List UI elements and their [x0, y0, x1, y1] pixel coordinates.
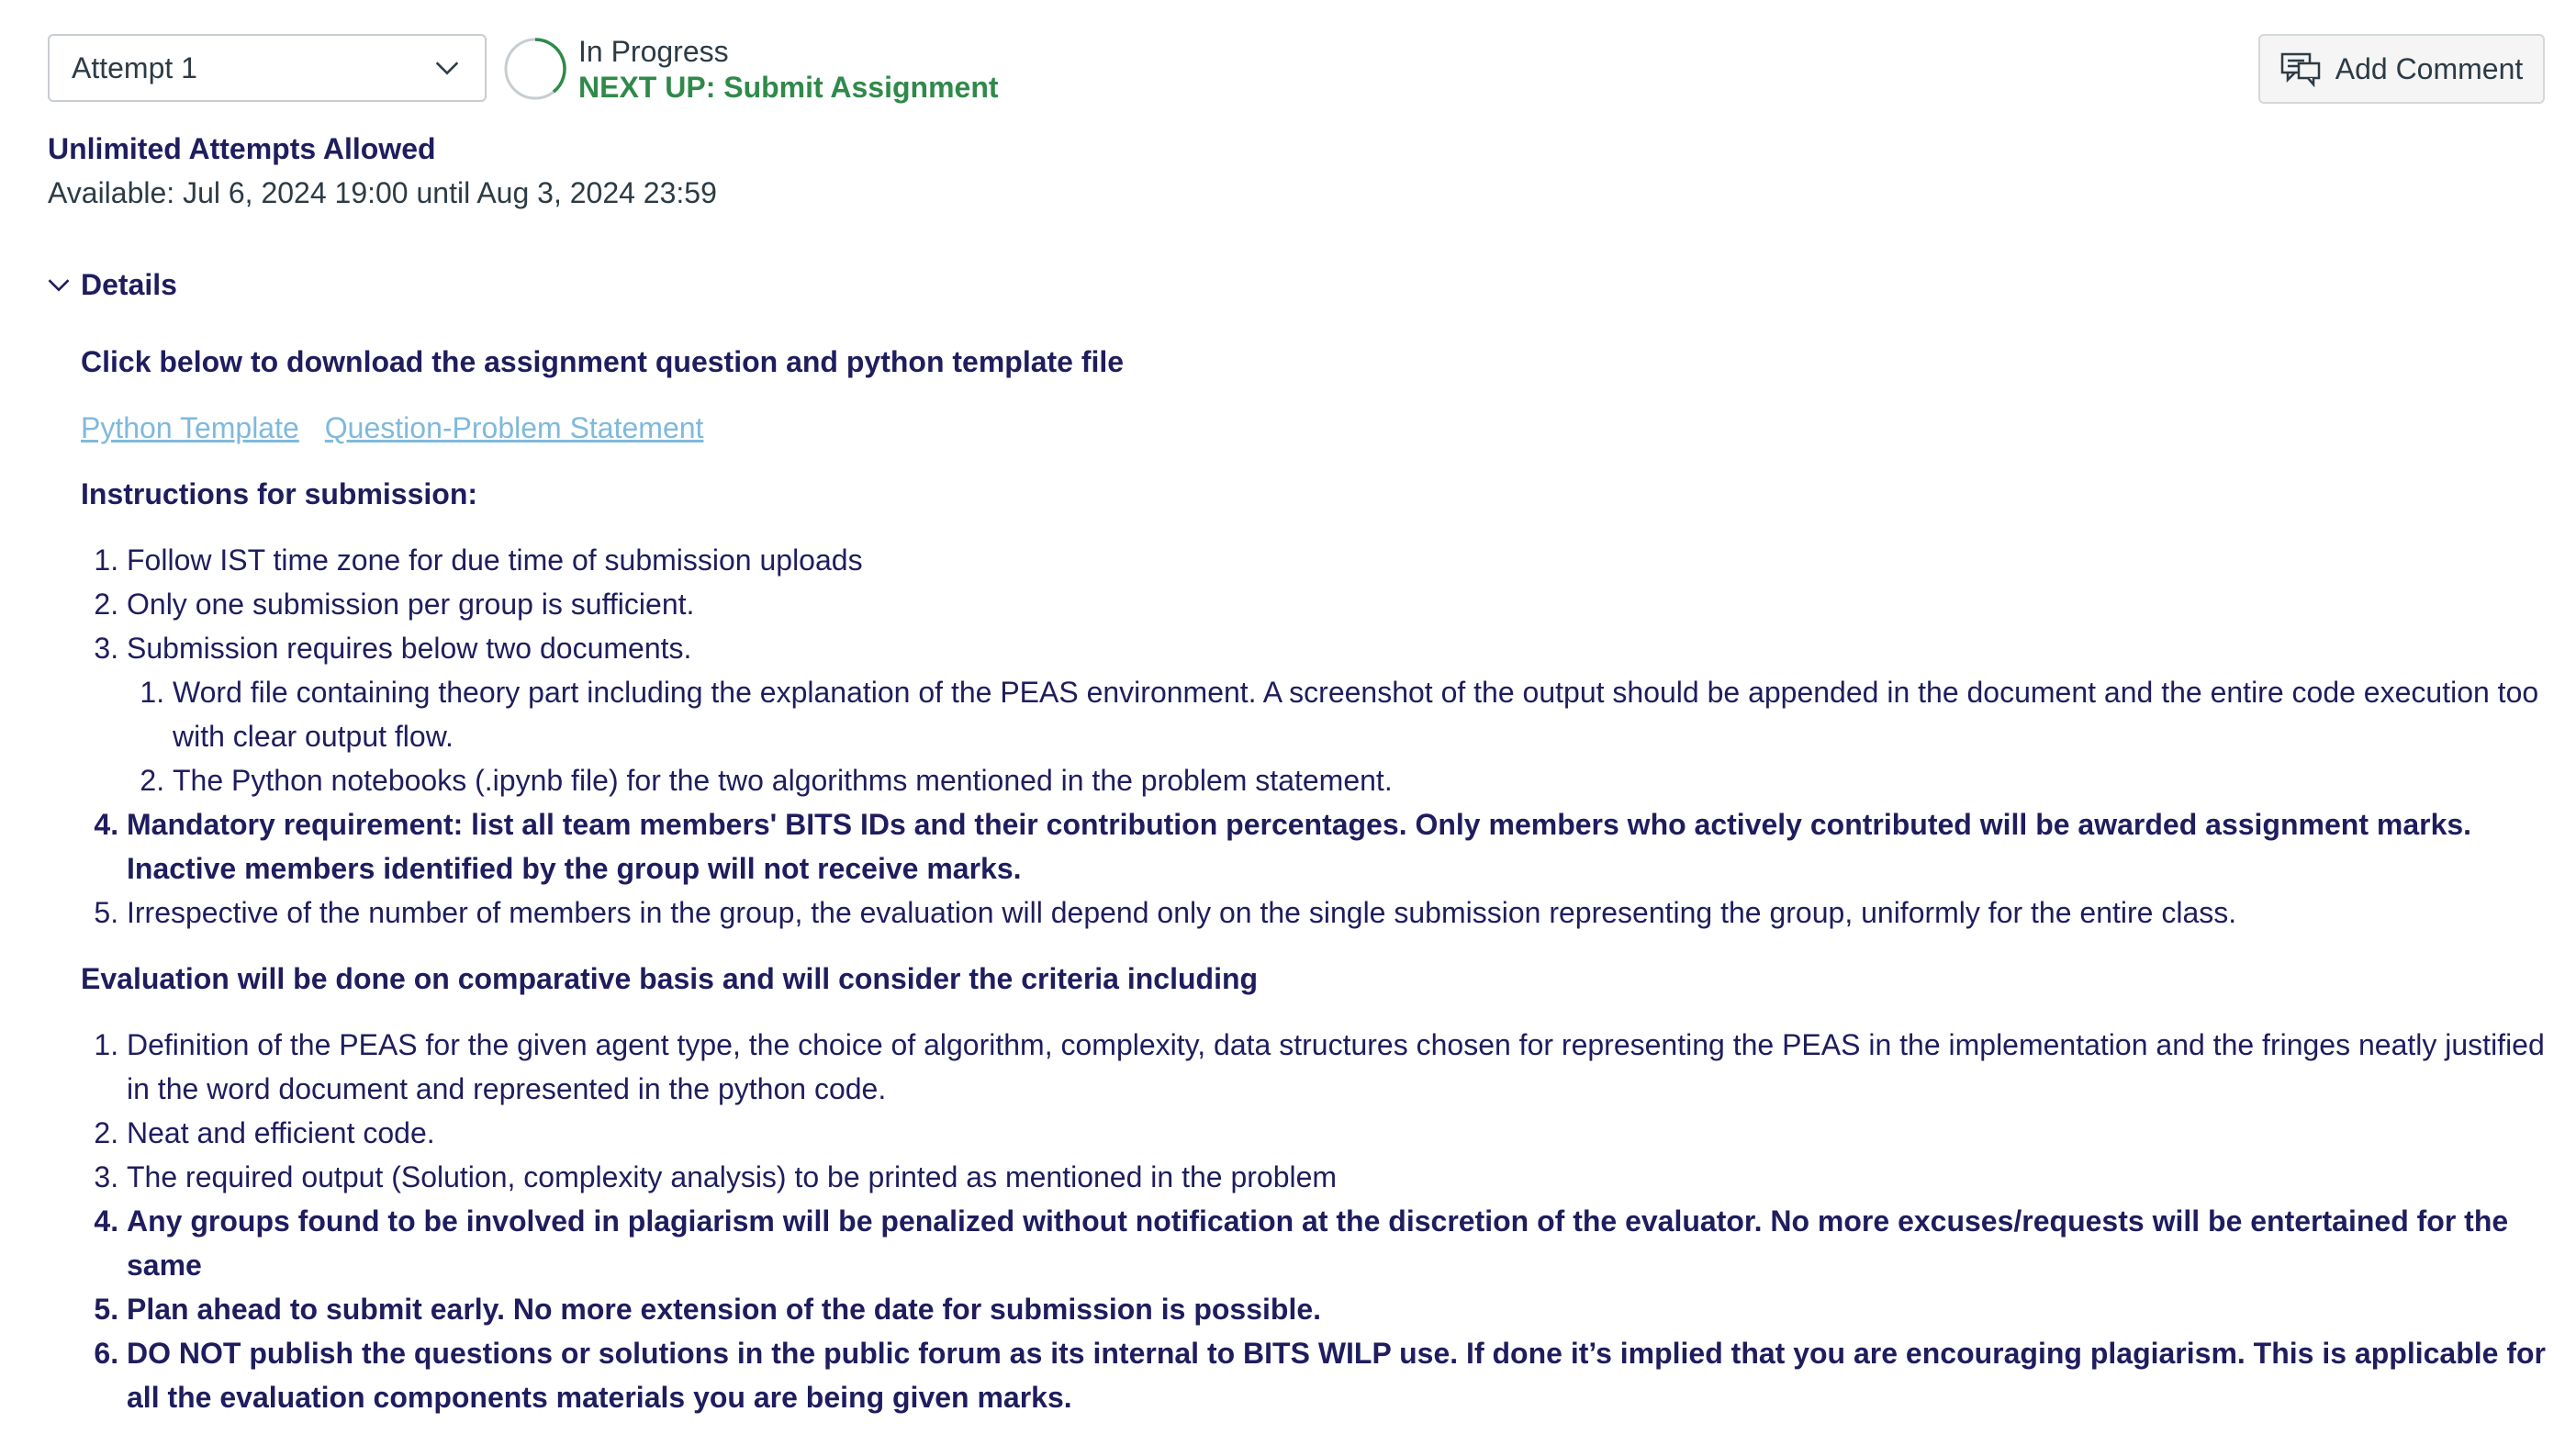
next-up-label: NEXT UP: Submit Assignment: [578, 71, 999, 104]
list-item: Irrespective of the number of members in…: [127, 891, 2559, 935]
add-comment-button[interactable]: Add Comment: [2258, 34, 2545, 104]
list-item: Definition of the PEAS for the given age…: [127, 1023, 2559, 1111]
comment-icon: [2280, 52, 2320, 87]
chevron-down-icon: [435, 62, 459, 75]
chevron-down-icon: [48, 278, 70, 291]
list-item: DO NOT publish the questions or solution…: [127, 1331, 2559, 1419]
availability-dates: Available: Jul 6, 2024 19:00 until Aug 3…: [48, 176, 717, 209]
attempt-select-label: Attempt 1: [72, 50, 197, 84]
list-item: Only one submission per group is suffici…: [127, 582, 2559, 626]
download-heading: Click below to download the assignment q…: [81, 345, 1125, 378]
attempts-allowed: Unlimited Attempts Allowed: [48, 132, 436, 165]
list-item: Any groups found to be involved in plagi…: [127, 1199, 2559, 1287]
list-item: Word file containing theory part includi…: [173, 670, 2559, 758]
list-item: Follow IST time zone for due time of sub…: [127, 538, 2559, 582]
evaluation-list: Definition of the PEAS for the given age…: [81, 1023, 2559, 1419]
instructions-list: Follow IST time zone for due time of sub…: [81, 538, 2559, 935]
details-toggle[interactable]: Details: [46, 268, 177, 302]
attempt-select[interactable]: Attempt 1: [48, 34, 487, 102]
status-label: In Progress: [578, 35, 729, 68]
progress-ring-icon: [504, 38, 566, 100]
details-toggle-label: Details: [81, 268, 177, 301]
list-item-text: Submission requires below two documents.: [127, 632, 692, 665]
details-content: Click below to download the assignment q…: [81, 340, 2559, 1419]
list-item: Plan ahead to submit early. No more exte…: [127, 1287, 2559, 1331]
question-problem-statement-link[interactable]: Question-Problem Statement: [325, 411, 704, 444]
list-item: Mandatory requirement: list all team mem…: [127, 802, 2559, 891]
python-template-link[interactable]: Python Template: [81, 411, 299, 444]
instructions-heading: Instructions for submission:: [81, 477, 478, 510]
list-item: Neat and efficient code.: [127, 1111, 2559, 1155]
evaluation-heading: Evaluation will be done on comparative b…: [81, 962, 1259, 995]
list-item: The Python notebooks (.ipynb file) for t…: [173, 758, 2559, 802]
list-item: Submission requires below two documents.…: [127, 626, 2559, 802]
sub-instructions-list: Word file containing theory part includi…: [127, 670, 2559, 802]
assignment-page: Attempt 1 In Progress NEXT UP: Submit As…: [0, 0, 2576, 1434]
download-links: Python Template Question-Problem Statemen…: [81, 406, 2559, 450]
add-comment-label: Add Comment: [2335, 51, 2524, 85]
list-item: The required output (Solution, complexit…: [127, 1155, 2559, 1199]
submission-status: In Progress NEXT UP: Submit Assignment: [578, 33, 999, 105]
